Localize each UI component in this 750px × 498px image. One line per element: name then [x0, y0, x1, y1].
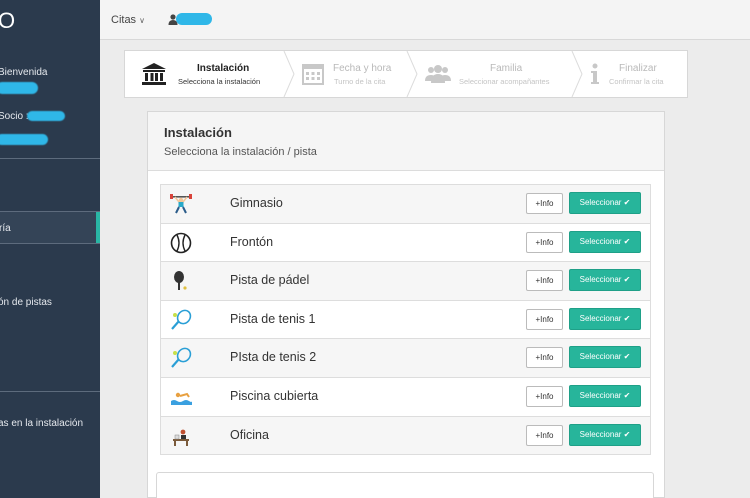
swimmer-icon	[171, 392, 192, 405]
citas-menu[interactable]: Citas ∨	[111, 14, 145, 26]
step-fecha-hora[interactable]: Fecha y hora Turno de la cita	[301, 51, 411, 97]
select-button[interactable]: Seleccionar ✔	[569, 269, 641, 292]
facility-row: Pista de pádel +Info Seleccionar ✔	[160, 262, 651, 301]
sidebar-item-label: ría	[0, 223, 11, 234]
select-button[interactable]: Seleccionar ✔	[569, 307, 641, 330]
chevron-right-icon	[571, 51, 583, 97]
facility-name: PIsta de tenis 2	[230, 350, 317, 365]
ball-icon	[170, 232, 192, 253]
redacted-info	[0, 134, 48, 145]
chevron-down-icon: ∨	[139, 16, 145, 25]
step-subtitle: Seleccionar acompañantes	[459, 77, 550, 86]
redacted-user-name	[176, 13, 212, 25]
step-title: Instalación	[197, 63, 250, 74]
group-icon	[425, 65, 451, 83]
facility-name: Pista de pádel	[230, 273, 310, 288]
info-button[interactable]: +Info	[526, 308, 563, 330]
select-button[interactable]: Seleccionar ✔	[569, 346, 641, 369]
welcome-label: Bienvenida	[0, 67, 48, 78]
step-finalizar[interactable]: Finalizar Confirmar la cita	[589, 51, 689, 97]
info-button[interactable]: +Info	[526, 231, 563, 253]
select-button[interactable]: Seleccionar ✔	[569, 384, 641, 407]
tennis-racket-icon	[171, 347, 192, 369]
topbar: Citas ∨	[100, 0, 750, 40]
facility-name: Frontón	[230, 234, 274, 249]
step-instalacion[interactable]: Instalación Selecciona la instalación	[141, 51, 286, 97]
sidebar: O Bienvenida Socio : ría ón de pistas as…	[0, 0, 100, 498]
sidebar-item-instalacion[interactable]: as en la instalación	[0, 418, 83, 429]
facility-list: Gimnasio +Info Seleccionar ✔ Frontón +In…	[160, 184, 651, 456]
facility-name: Piscina cubierta	[230, 388, 319, 403]
panel-title: Instalación	[164, 125, 232, 140]
paddle-icon	[174, 271, 187, 291]
chevron-right-icon	[283, 51, 295, 97]
chevron-right-icon	[406, 51, 418, 97]
facility-row: Piscina cubierta +Info Seleccionar ✔	[160, 377, 651, 417]
citas-menu-label: Citas	[111, 14, 137, 26]
secondary-panel	[156, 472, 654, 498]
facility-row: Gimnasio +Info Seleccionar ✔	[160, 185, 651, 224]
redacted-username	[0, 82, 38, 94]
facility-name: Gimnasio	[230, 196, 283, 210]
info-button[interactable]: +Info	[526, 270, 563, 292]
office-icon	[173, 429, 189, 446]
socio-label: Socio :	[0, 111, 29, 122]
info-button[interactable]: +Info	[526, 347, 563, 369]
step-title: Finalizar	[619, 63, 657, 74]
panel-subtitle: Selecciona la instalación / pista	[164, 146, 317, 158]
step-familia[interactable]: Familia Seleccionar acompañantes	[425, 51, 575, 97]
sidebar-item-active[interactable]: ría	[0, 211, 100, 244]
tennis-racket-icon	[171, 309, 192, 330]
facility-name: Pista de tenis 1	[230, 311, 316, 326]
panel-header: Instalación Selecciona la instalación / …	[148, 112, 664, 171]
weightlifter-icon	[170, 194, 192, 214]
info-button[interactable]: +Info	[526, 424, 563, 446]
wizard-steps: Instalación Selecciona la instalación Fe…	[124, 50, 688, 98]
facility-name: Oficina	[230, 427, 269, 442]
info-button[interactable]: +Info	[526, 193, 563, 214]
redacted-socio-number	[27, 111, 65, 121]
active-indicator	[96, 212, 100, 243]
step-subtitle: Turno de la cita	[334, 77, 386, 86]
facility-row: Oficina +Info Seleccionar ✔	[160, 416, 651, 456]
building-icon	[142, 63, 166, 85]
facility-row: Frontón +Info Seleccionar ✔	[160, 223, 651, 263]
sidebar-item-pistas[interactable]: ón de pistas	[0, 297, 52, 308]
sidebar-divider	[0, 391, 100, 392]
select-button[interactable]: Seleccionar ✔	[569, 423, 641, 446]
step-title: Fecha y hora	[333, 63, 392, 74]
info-button[interactable]: +Info	[526, 385, 563, 407]
brand-logo[interactable]: O	[0, 8, 15, 34]
select-button[interactable]: Seleccionar ✔	[569, 230, 641, 253]
select-button[interactable]: Seleccionar ✔	[569, 192, 641, 214]
calendar-icon	[302, 64, 324, 85]
step-subtitle: Selecciona la instalación	[178, 77, 261, 86]
step-subtitle: Confirmar la cita	[609, 77, 664, 86]
sidebar-divider	[0, 158, 100, 159]
step-title: Familia	[490, 63, 523, 74]
facility-row: Pista de tenis 1 +Info Seleccionar ✔	[160, 300, 651, 340]
facility-row: PIsta de tenis 2 +Info Seleccionar ✔	[160, 339, 651, 378]
